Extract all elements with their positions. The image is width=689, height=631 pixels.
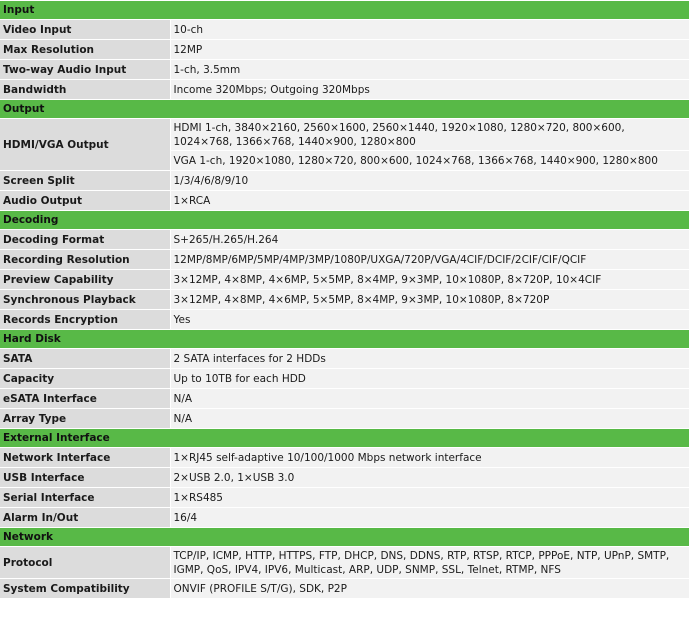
table-row: Capacity Up to 10TB for each HDD bbox=[0, 368, 689, 389]
spec-label: Protocol bbox=[0, 546, 171, 579]
section-title: Network bbox=[0, 527, 689, 547]
table-row: Protocol TCP/IP, ICMP, HTTP, HTTPS, FTP,… bbox=[0, 546, 689, 579]
table-row: System Compatibility ONVIF (PROFILE S/T/… bbox=[0, 578, 689, 599]
spec-label: System Compatibility bbox=[0, 578, 171, 599]
spec-label: Records Encryption bbox=[0, 309, 171, 330]
spec-value: Income 320Mbps; Outgoing 320Mbps bbox=[170, 79, 689, 100]
table-row: Records Encryption Yes bbox=[0, 309, 689, 330]
section-header-decoding: Decoding bbox=[0, 210, 689, 230]
table-row: Audio Output 1×RCA bbox=[0, 190, 689, 211]
spec-value: 3×12MP, 4×8MP, 4×6MP, 5×5MP, 8×4MP, 9×3M… bbox=[170, 269, 689, 290]
spec-label: HDMI/VGA Output bbox=[0, 118, 171, 171]
spec-value-vga: VGA 1-ch, 1920×1080, 1280×720, 800×600, … bbox=[170, 150, 689, 171]
spec-label: Max Resolution bbox=[0, 39, 171, 60]
table-row: eSATA Interface N/A bbox=[0, 388, 689, 409]
spec-value: N/A bbox=[170, 388, 689, 409]
spec-value: Yes bbox=[170, 309, 689, 330]
table-row: Decoding Format S+265/H.265/H.264 bbox=[0, 229, 689, 250]
section-title: Input bbox=[0, 0, 689, 20]
spec-value: 1/3/4/6/8/9/10 bbox=[170, 170, 689, 191]
spec-value: 10-ch bbox=[170, 19, 689, 40]
table-row: HDMI/VGA Output HDMI 1-ch, 3840×2160, 25… bbox=[0, 118, 689, 171]
table-row: SATA 2 SATA interfaces for 2 HDDs bbox=[0, 348, 689, 369]
table-row: Synchronous Playback 3×12MP, 4×8MP, 4×6M… bbox=[0, 289, 689, 310]
spec-label: Serial Interface bbox=[0, 487, 171, 508]
table-row: Video Input 10-ch bbox=[0, 19, 689, 40]
section-header-hard-disk: Hard Disk bbox=[0, 329, 689, 349]
spec-value: TCP/IP, ICMP, HTTP, HTTPS, FTP, DHCP, DN… bbox=[170, 546, 689, 579]
spec-label: Screen Split bbox=[0, 170, 171, 191]
spec-label: Alarm In/Out bbox=[0, 507, 171, 528]
spec-label: Capacity bbox=[0, 368, 171, 389]
spec-label: Decoding Format bbox=[0, 229, 171, 250]
section-title: Decoding bbox=[0, 210, 689, 230]
spec-value: N/A bbox=[170, 408, 689, 429]
spec-label: eSATA Interface bbox=[0, 388, 171, 409]
spec-label: Synchronous Playback bbox=[0, 289, 171, 310]
spec-value: ONVIF (PROFILE S/T/G), SDK, P2P bbox=[170, 578, 689, 599]
section-header-output: Output bbox=[0, 99, 689, 119]
spec-value: Up to 10TB for each HDD bbox=[170, 368, 689, 389]
section-title: Hard Disk bbox=[0, 329, 689, 349]
spec-label: Preview Capability bbox=[0, 269, 171, 290]
spec-value: 1-ch, 3.5mm bbox=[170, 59, 689, 80]
table-row: Recording Resolution 12MP/8MP/6MP/5MP/4M… bbox=[0, 249, 689, 270]
table-row: Bandwidth Income 320Mbps; Outgoing 320Mb… bbox=[0, 79, 689, 100]
spec-value: 2 SATA interfaces for 2 HDDs bbox=[170, 348, 689, 369]
spec-label: Network Interface bbox=[0, 447, 171, 468]
table-row: Screen Split 1/3/4/6/8/9/10 bbox=[0, 170, 689, 191]
spec-value: S+265/H.265/H.264 bbox=[170, 229, 689, 250]
spec-label: Audio Output bbox=[0, 190, 171, 211]
table-row: Two-way Audio Input 1-ch, 3.5mm bbox=[0, 59, 689, 80]
spec-label: Two-way Audio Input bbox=[0, 59, 171, 80]
table-row: Alarm In/Out 16/4 bbox=[0, 507, 689, 528]
spec-value: 12MP/8MP/6MP/5MP/4MP/3MP/1080P/UXGA/720P… bbox=[170, 249, 689, 270]
table-row: Max Resolution 12MP bbox=[0, 39, 689, 60]
spec-value: 12MP bbox=[170, 39, 689, 60]
spec-label: Video Input bbox=[0, 19, 171, 40]
section-header-input: Input bbox=[0, 0, 689, 20]
section-title: External Interface bbox=[0, 428, 689, 448]
spec-label: SATA bbox=[0, 348, 171, 369]
spec-value: 3×12MP, 4×8MP, 4×6MP, 5×5MP, 8×4MP, 9×3M… bbox=[170, 289, 689, 310]
spec-value: 2×USB 2.0, 1×USB 3.0 bbox=[170, 467, 689, 488]
spec-value-hdmi: HDMI 1-ch, 3840×2160, 2560×1600, 2560×14… bbox=[170, 118, 689, 151]
table-row: Network Interface 1×RJ45 self-adaptive 1… bbox=[0, 447, 689, 468]
spec-label: Array Type bbox=[0, 408, 171, 429]
table-row: Array Type N/A bbox=[0, 408, 689, 429]
spec-value: 1×RJ45 self-adaptive 10/100/1000 Mbps ne… bbox=[170, 447, 689, 468]
section-title: Output bbox=[0, 99, 689, 119]
table-row: Serial Interface 1×RS485 bbox=[0, 487, 689, 508]
table-row: USB Interface 2×USB 2.0, 1×USB 3.0 bbox=[0, 467, 689, 488]
section-header-external-interface: External Interface bbox=[0, 428, 689, 448]
section-header-network: Network bbox=[0, 527, 689, 547]
spec-label: Recording Resolution bbox=[0, 249, 171, 270]
spec-value: 16/4 bbox=[170, 507, 689, 528]
spec-value: 1×RCA bbox=[170, 190, 689, 211]
spec-label: Bandwidth bbox=[0, 79, 171, 100]
spec-value: 1×RS485 bbox=[170, 487, 689, 508]
spec-label: USB Interface bbox=[0, 467, 171, 488]
table-row: Preview Capability 3×12MP, 4×8MP, 4×6MP,… bbox=[0, 269, 689, 290]
spec-table: Input Video Input 10-ch Max Resolution 1… bbox=[0, 0, 689, 599]
